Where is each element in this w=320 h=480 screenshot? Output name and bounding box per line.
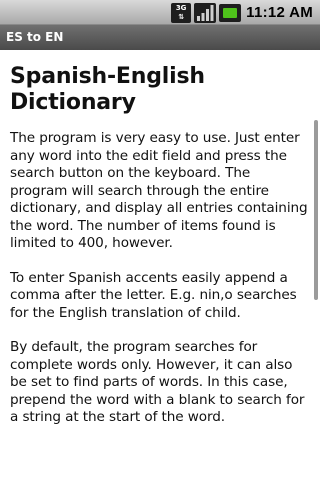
app-title-bar: ES to EN [0, 25, 320, 50]
network-type-label: 3G [175, 3, 187, 12]
help-paragraph-accents: To enter Spanish accents easily append a… [10, 269, 297, 321]
app-title: ES to EN [6, 30, 64, 44]
help-paragraph-partial-search: By default, the program searches for com… [10, 339, 305, 425]
status-clock: 11:12 AM [246, 4, 313, 21]
status-icons: 3G ⇅ 11:12 AM [171, 0, 320, 25]
status-bar: 3G ⇅ 11:12 AM [0, 0, 320, 25]
scrollbar[interactable] [314, 120, 318, 300]
signal-icon [194, 2, 217, 23]
3g-icon: 3G ⇅ [171, 2, 192, 23]
help-paragraph-usage: The program is very easy to use. Just en… [10, 130, 308, 251]
battery-icon [219, 3, 242, 22]
help-content[interactable]: Spanish-English Dictionary The program i… [0, 50, 320, 480]
page-heading: Spanish-English Dictionary [10, 64, 205, 115]
